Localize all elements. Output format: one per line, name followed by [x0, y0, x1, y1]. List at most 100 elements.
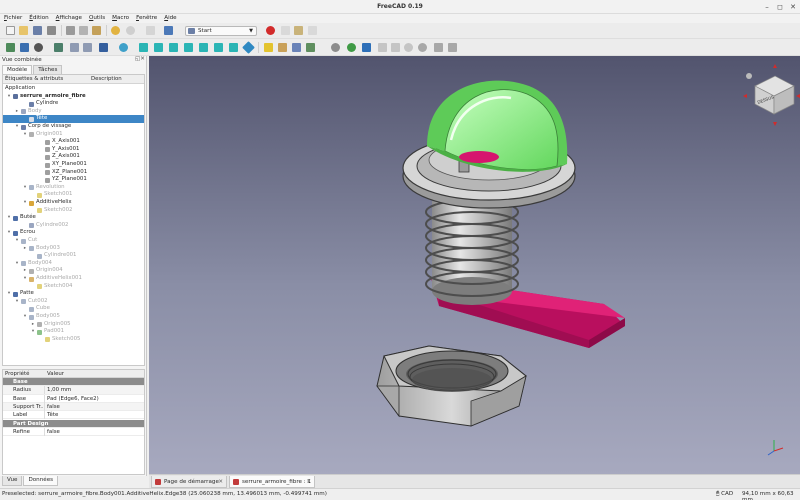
tree-item[interactable]: Z_Axis001 [3, 153, 144, 161]
tree-item[interactable]: XZ_Plane001 [3, 169, 144, 177]
property-row[interactable]: Label Tête [3, 411, 144, 420]
tree-item[interactable]: Sketch001 [3, 191, 144, 199]
view-top-icon[interactable] [169, 43, 178, 52]
property-row[interactable]: Radius 1,00 mm [3, 386, 144, 395]
chevron-down-icon[interactable]: ▾ [6, 93, 12, 101]
property-value[interactable]: Pad (Edge6, Face2) [47, 395, 99, 403]
chevron-right-icon[interactable]: ▸ [30, 321, 36, 329]
chevron-down-icon[interactable]: ▾ [22, 313, 28, 321]
model-tree[interactable]: Étiquettes & attributs Description Appli… [2, 74, 145, 366]
fit-all-icon[interactable] [6, 43, 15, 52]
property-value[interactable]: false [47, 428, 60, 436]
undo-icon[interactable] [111, 26, 120, 35]
tree-item[interactable]: Cylindre002 [3, 222, 144, 230]
chevron-down-icon[interactable]: ▾ [14, 260, 20, 268]
chevron-down-icon[interactable]: ▾ [22, 131, 28, 139]
tree-header-labels[interactable]: Étiquettes & attributs [5, 76, 63, 82]
tab-taches[interactable]: Tâches [33, 65, 63, 74]
web-forward-icon[interactable] [391, 43, 400, 52]
property-row[interactable]: Base Pad (Edge6, Face2) [3, 394, 144, 403]
tree-item[interactable]: ▸ Origin004 [3, 267, 144, 275]
bounding-box-icon[interactable] [54, 43, 63, 52]
tree-item[interactable]: ▾ Body004 [3, 260, 144, 268]
cut-icon[interactable] [66, 26, 75, 35]
view-rear-icon[interactable] [199, 43, 208, 52]
property-value[interactable]: false [47, 403, 60, 411]
close-icon[interactable]: ✕ [218, 476, 223, 488]
tree-item[interactable]: ▸ Origin005 [3, 321, 144, 329]
chevron-down-icon[interactable]: ▾ [6, 229, 12, 237]
tree-item[interactable]: ▾ Revolution [3, 184, 144, 192]
property-value[interactable]: 1,00 mm [47, 386, 71, 394]
maximize-icon[interactable]: ◻ [775, 2, 785, 12]
tab-donnees[interactable]: Données [23, 476, 59, 486]
chevron-down-icon[interactable]: ▾ [14, 298, 20, 306]
tree-item[interactable]: ▾ Cut [3, 237, 144, 245]
property-value[interactable]: Tête [47, 411, 58, 419]
copy-icon[interactable] [79, 26, 88, 35]
tree-item[interactable]: ▾ AdditiveHelix [3, 199, 144, 207]
web-arrow-icon[interactable] [362, 43, 371, 52]
tab-vue[interactable]: Vue [2, 476, 23, 486]
back-arrow-icon[interactable] [70, 43, 79, 52]
dock-buttons-icon[interactable]: ◱✕ [135, 56, 145, 62]
tree-item[interactable]: Tête [3, 115, 144, 123]
forward-arrow-icon[interactable] [83, 43, 92, 52]
chevron-down-icon[interactable]: ▾ [6, 214, 12, 222]
tree-item[interactable]: ▾ serrure_armoire_fibre [3, 93, 144, 101]
tab-start-page[interactable]: Page de démarrage ✕ [151, 476, 227, 488]
web-refresh-icon[interactable] [404, 43, 413, 52]
navigation-style[interactable]: 🖱 CAD [716, 491, 733, 498]
whats-this-icon[interactable] [164, 26, 173, 35]
menu-fenetre[interactable]: Fenêtre [136, 14, 157, 23]
refresh-icon[interactable] [146, 26, 155, 35]
fit-selection-icon[interactable] [20, 43, 29, 52]
chevron-right-icon[interactable]: ▸ [22, 245, 28, 253]
menu-macro[interactable]: Macro [112, 14, 129, 23]
view-right-icon[interactable] [184, 43, 193, 52]
close-icon[interactable]: ✕ [306, 476, 311, 488]
group-folder-icon[interactable] [278, 43, 287, 52]
measure-icon[interactable] [242, 41, 255, 54]
property-row[interactable]: Support Tr... false [3, 402, 144, 412]
chevron-down-icon[interactable]: ▾ [14, 123, 20, 131]
tree-item[interactable]: ▾ Patte [3, 290, 144, 298]
tree-item[interactable]: Cube [3, 305, 144, 313]
close-icon[interactable]: ✕ [788, 2, 798, 12]
web-back-icon[interactable] [378, 43, 387, 52]
property-group[interactable]: Base [3, 378, 144, 387]
tree-item[interactable]: ▸ Body [3, 108, 144, 116]
view-isometric-icon[interactable] [139, 43, 148, 52]
tree-item[interactable]: ▾ Body005 [3, 313, 144, 321]
web-stop-icon[interactable] [418, 43, 427, 52]
execute-macro-icon[interactable] [308, 26, 317, 35]
macros-icon[interactable] [294, 26, 303, 35]
chevron-down-icon[interactable]: ▾ [22, 199, 28, 207]
redo-icon[interactable] [126, 26, 135, 35]
stop-navigation-icon[interactable] [331, 43, 340, 52]
tree-item[interactable]: YZ_Plane001 [3, 176, 144, 184]
chevron-down-icon[interactable]: ▾ [6, 290, 12, 298]
tree-item[interactable]: Sketch004 [3, 283, 144, 291]
record-macro-icon[interactable] [266, 26, 275, 35]
new-document-icon[interactable] [6, 26, 15, 35]
property-group[interactable]: Part Design [3, 419, 144, 428]
tree-item[interactable]: ▾ Ecrou [3, 229, 144, 237]
tree-item[interactable]: ▾ Butée [3, 214, 144, 222]
std-views-icon[interactable] [99, 43, 108, 52]
tree-item[interactable]: ▾ AdditiveHelix001 [3, 275, 144, 283]
minimize-icon[interactable]: – [762, 2, 772, 12]
open-folder-icon[interactable] [19, 26, 28, 35]
workbench-select[interactable]: Start ▼ [185, 26, 257, 36]
3d-viewport[interactable]: DESSUS [149, 56, 800, 474]
zoom-icon[interactable] [119, 43, 128, 52]
print-icon[interactable] [47, 26, 56, 35]
link-icon[interactable] [292, 43, 301, 52]
view-left-icon[interactable] [229, 43, 238, 52]
chevron-down-icon[interactable]: ▾ [22, 275, 28, 283]
menu-outils[interactable]: Outils [89, 14, 105, 23]
paste-icon[interactable] [92, 26, 101, 35]
menu-aide[interactable]: Aide [164, 14, 176, 23]
property-row[interactable]: Refine false [3, 427, 144, 437]
hex-nut[interactable] [376, 345, 527, 427]
